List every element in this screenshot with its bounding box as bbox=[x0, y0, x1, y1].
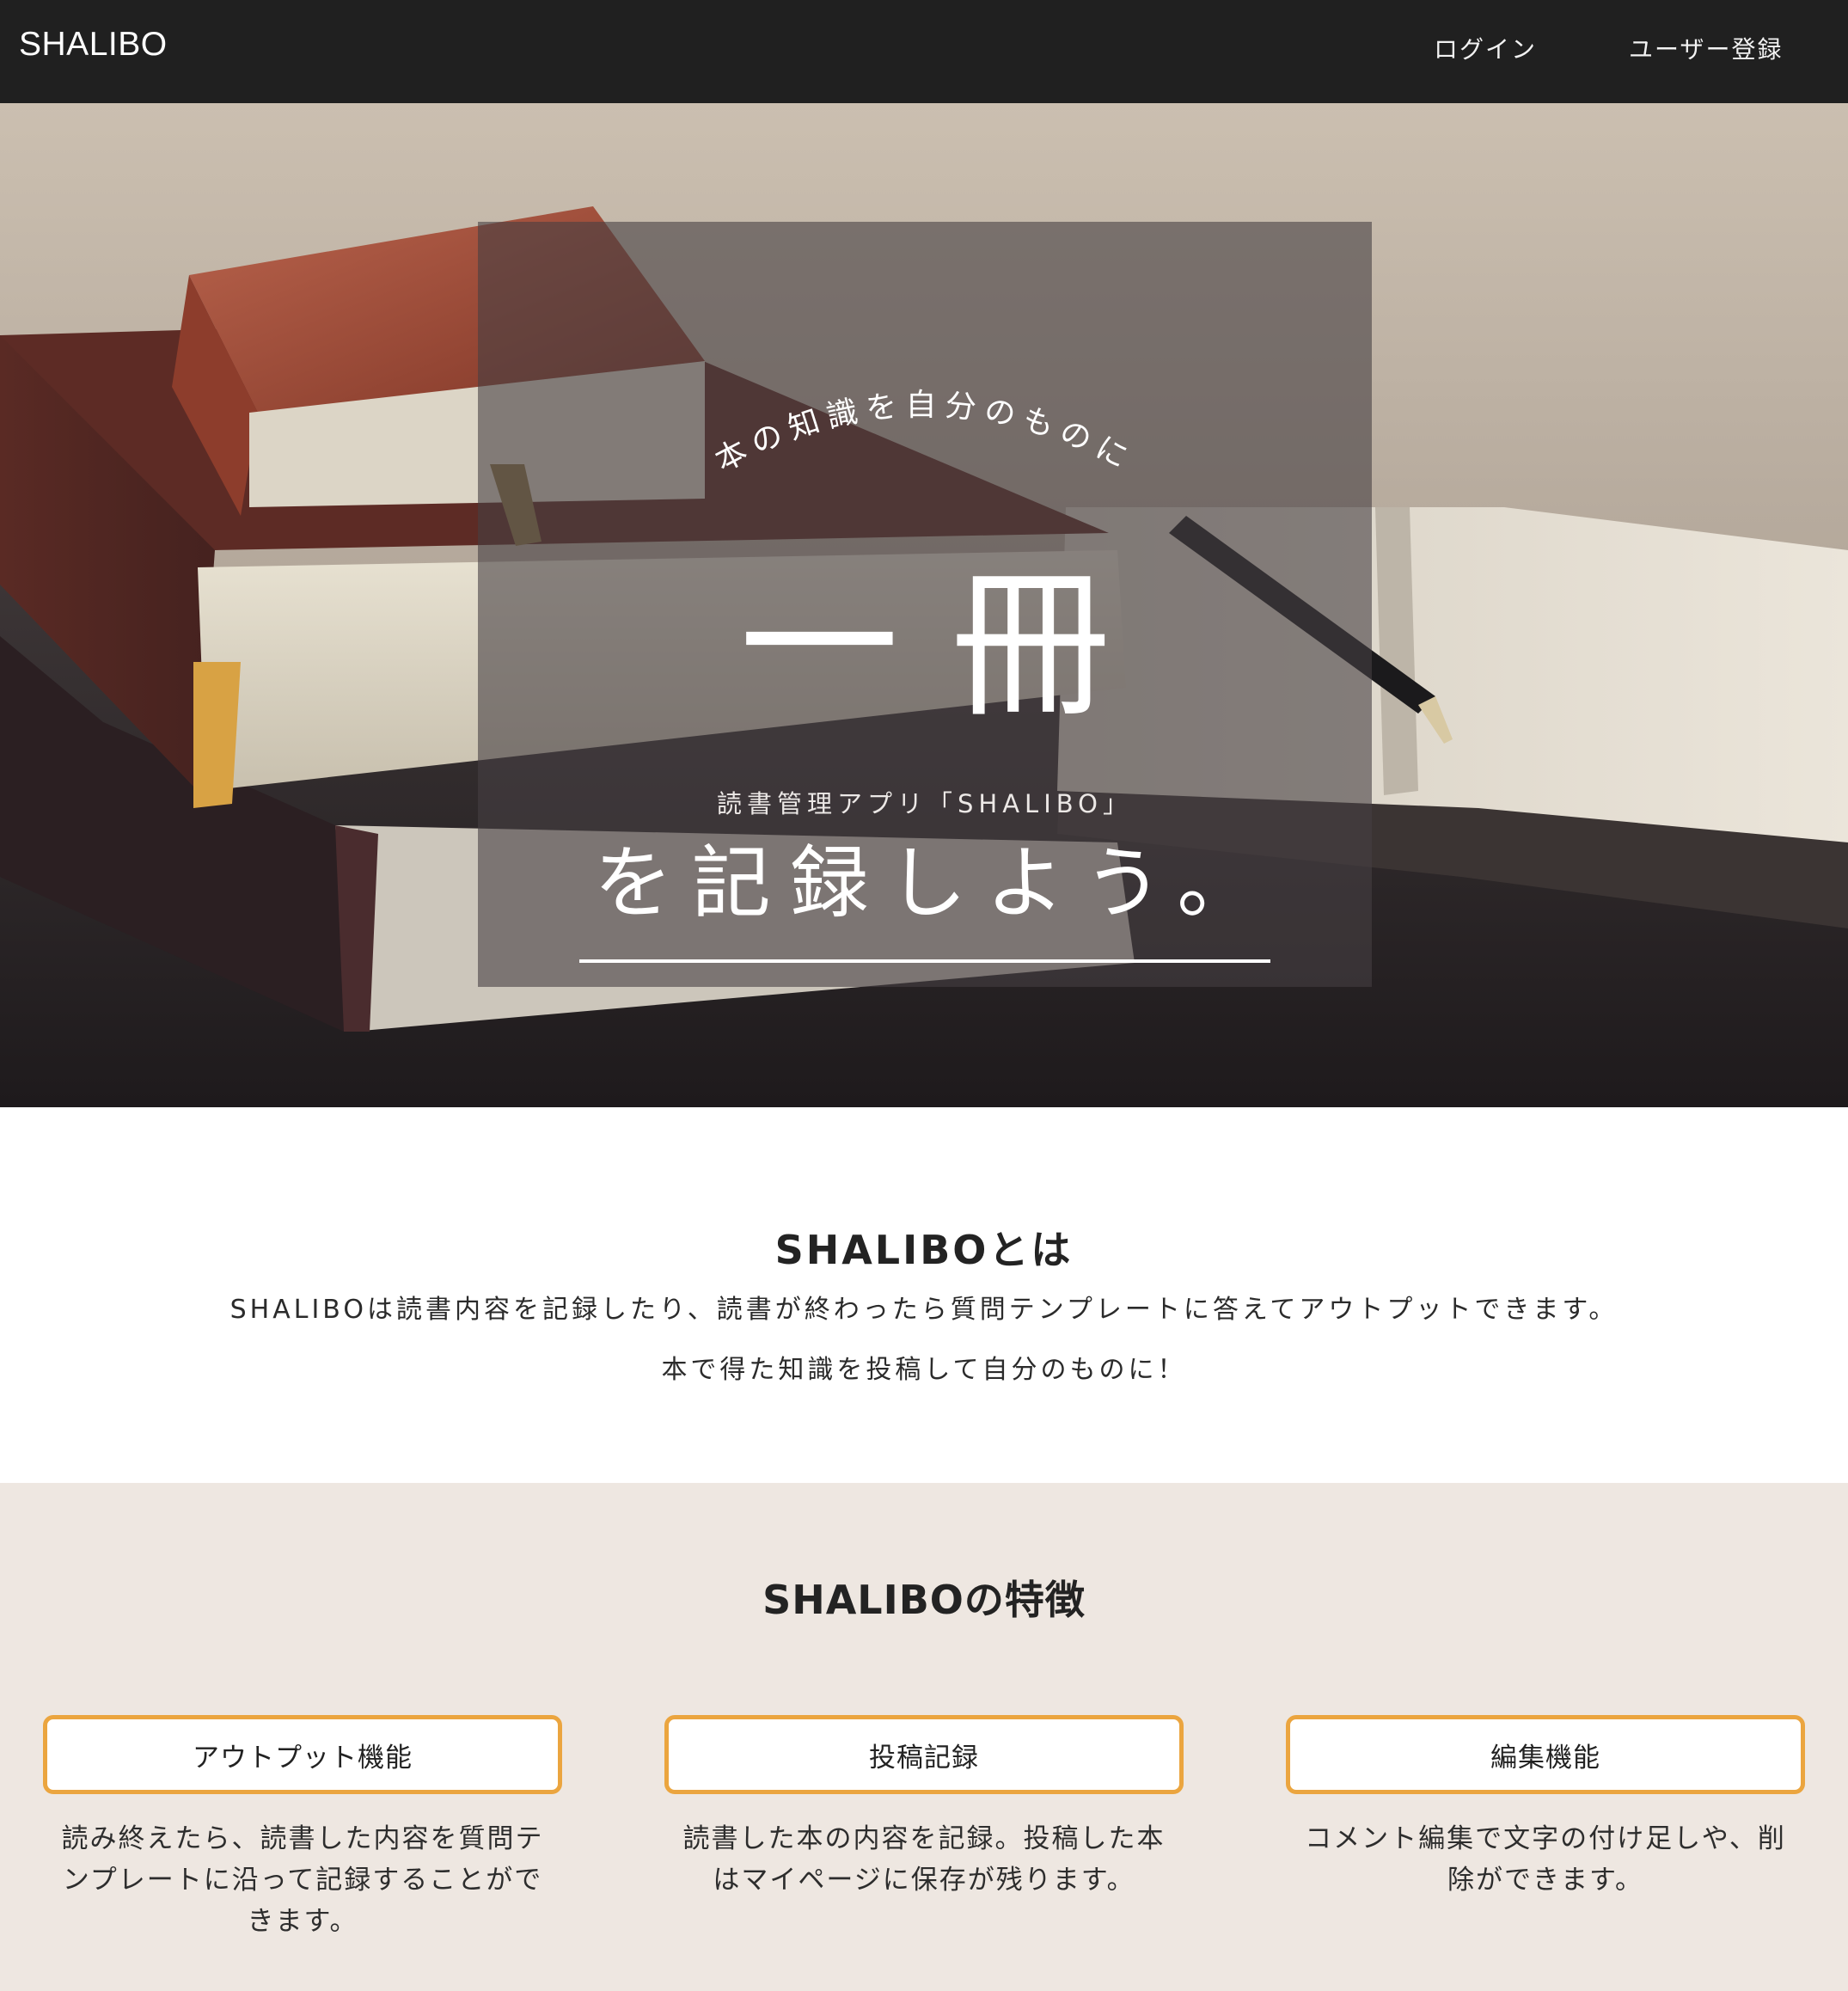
features-title: SHALIBOの特徴 bbox=[762, 1577, 1086, 1623]
hero-section: 本の知識を自分のものに 一冊 読書管理アプリ「SHALIBO」 を記録しよう。 bbox=[0, 103, 1848, 1107]
feature-description-edit: コメント編集で文字の付け足しや、削除ができます。 bbox=[1305, 1823, 1786, 1896]
hero-underline bbox=[579, 959, 1270, 963]
feature-button-output[interactable]: アウトプット機能 bbox=[43, 1715, 562, 1794]
hero-tagline: 本の知識を自分のものに bbox=[478, 222, 1372, 480]
brand-logo-link[interactable]: SHALIBO bbox=[19, 26, 168, 64]
svg-text:本の知識を自分のものに: 本の知識を自分のものに bbox=[710, 388, 1141, 479]
about-description-line-1: SHALIBOは読書内容を記録したり、読書が終わったら質問テンプレートに答えてア… bbox=[229, 1295, 1619, 1325]
feature-description-post-record: 読書した本の内容を記録。投稿した本はマイページに保存が残ります。 bbox=[682, 1823, 1166, 1896]
feature-card-edit: 編集機能 コメント編集で文字の付け足しや、削除ができます。 bbox=[1286, 1715, 1805, 1901]
hero-kanji: 一冊 bbox=[738, 552, 1162, 738]
feature-button-post-record[interactable]: 投稿記録 bbox=[664, 1715, 1184, 1794]
hero-headline: を記録しよう。 bbox=[593, 837, 1276, 929]
hero-overlay-card: 本の知識を自分のものに 一冊 読書管理アプリ「SHALIBO」 を記録しよう。 bbox=[478, 222, 1372, 987]
feature-card-post-record: 投稿記録 読書した本の内容を記録。投稿した本はマイページに保存が残ります。 bbox=[664, 1715, 1184, 1901]
feature-card-output: アウトプット機能 読み終えたら、読書した内容を質問テンプレートに沿って記録するこ… bbox=[43, 1715, 562, 1942]
about-title: SHALIBOとは bbox=[774, 1227, 1074, 1273]
hero-subtitle: 読書管理アプリ「SHALIBO」 bbox=[717, 789, 1133, 818]
features-section: SHALIBOの特徴 アウトプット機能 読み終えたら、読書した内容を質問テンプレ… bbox=[0, 1483, 1848, 1991]
top-navbar: SHALIBO ログイン ユーザー登録 bbox=[0, 0, 1848, 103]
about-description-line-2: 本で得た知識を投稿して自分のものに！ bbox=[661, 1355, 1187, 1385]
about-section: SHALIBOとは SHALIBOは読書内容を記録したり、読書が終わったら質問テ… bbox=[0, 1107, 1848, 1483]
register-link[interactable]: ユーザー登録 bbox=[1629, 31, 1783, 65]
feature-button-edit[interactable]: 編集機能 bbox=[1286, 1715, 1805, 1794]
feature-description-output: 読み終えたら、読書した内容を質問テンプレートに沿って記録することができます。 bbox=[61, 1823, 544, 1937]
login-link[interactable]: ログイン bbox=[1434, 31, 1537, 65]
hero-tagline-text: 本の知識を自分のものに bbox=[710, 388, 1133, 479]
